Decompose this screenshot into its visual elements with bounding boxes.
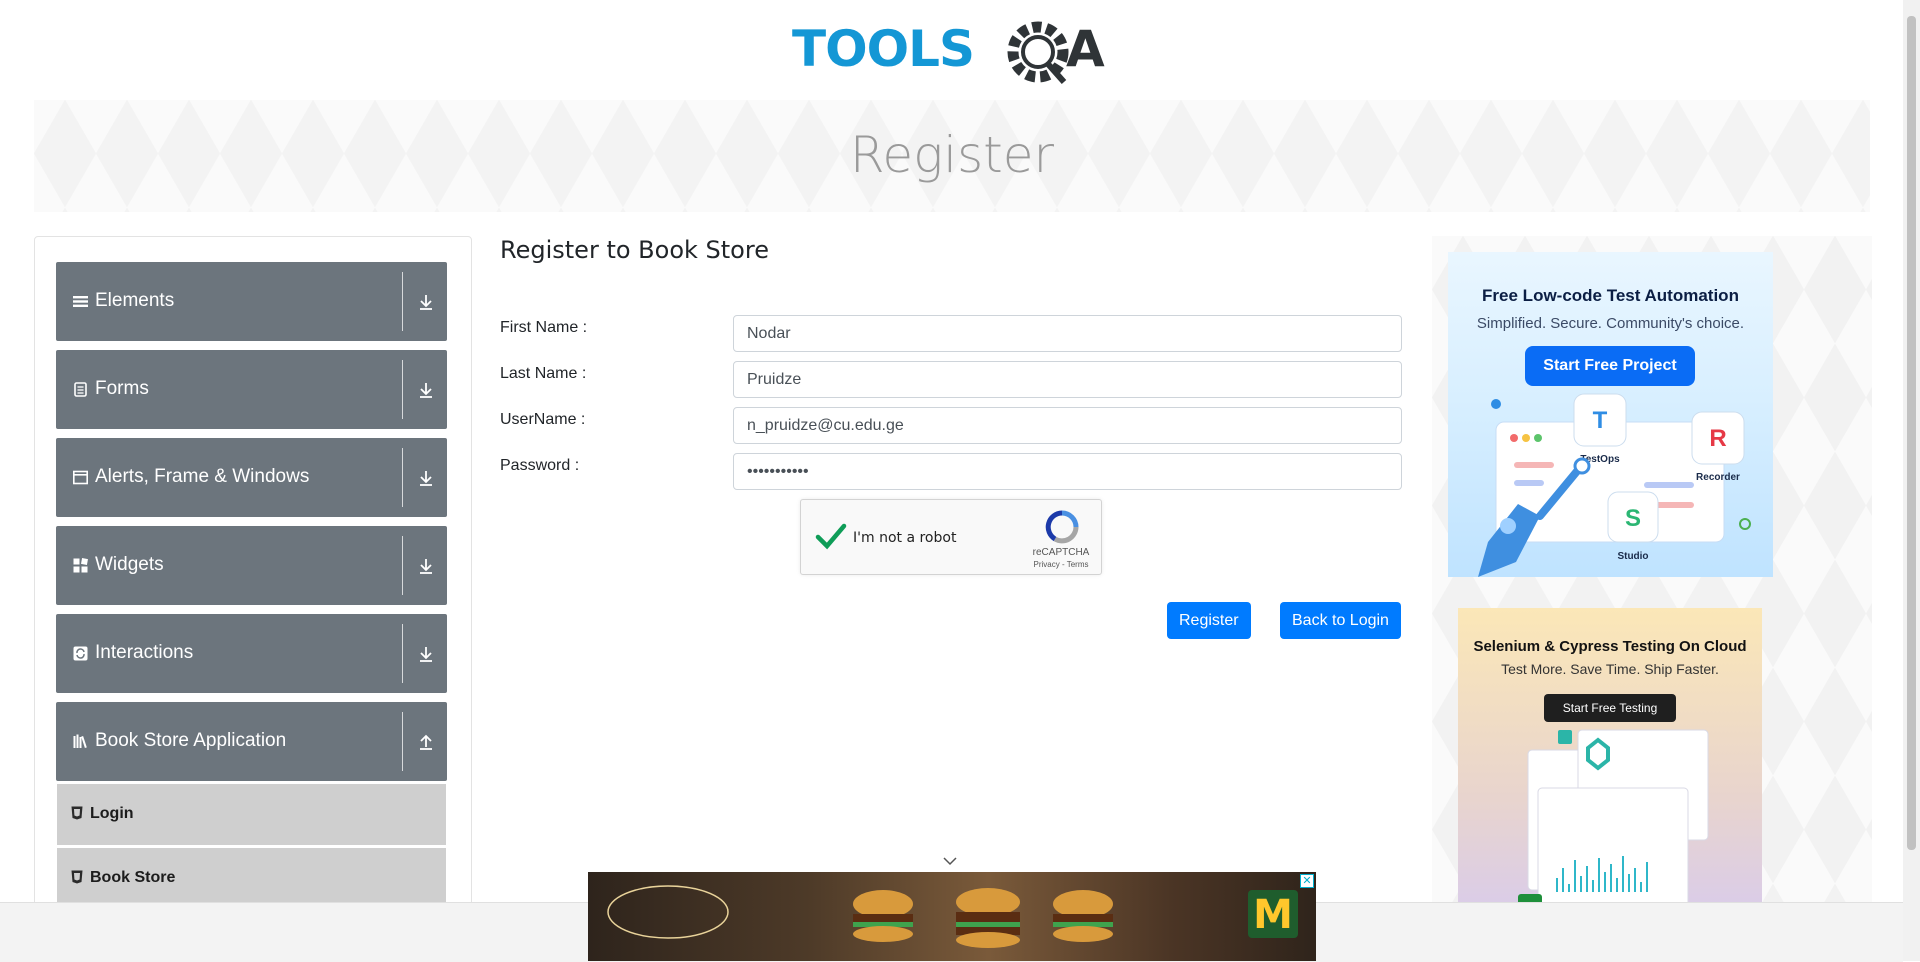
download-icon[interactable] bbox=[418, 557, 434, 575]
captcha-brand: reCAPTCHA bbox=[1032, 547, 1090, 558]
interactions-icon bbox=[73, 646, 88, 661]
sidebar-group-label: Interactions bbox=[95, 642, 194, 663]
sidebar-item-login[interactable]: Login bbox=[57, 784, 446, 845]
download-icon[interactable] bbox=[418, 645, 434, 663]
svg-text:R: R bbox=[1709, 425, 1726, 452]
recaptcha-logo-icon bbox=[1045, 510, 1079, 544]
left-sidebar: Elements Forms Alerts, Frame & Windows W… bbox=[34, 236, 472, 938]
sidebar-group-interactions[interactable]: Interactions bbox=[56, 614, 447, 693]
sidebar-item-label: Book Store bbox=[90, 869, 176, 886]
form-title: Register to Book Store bbox=[500, 236, 769, 264]
scrollbar-thumb[interactable] bbox=[1907, 16, 1916, 850]
ad-illustration: T TestOps R Recorder S Studio bbox=[1478, 393, 1751, 577]
html5-icon bbox=[71, 806, 83, 820]
download-icon[interactable] bbox=[418, 293, 434, 311]
sidebar-group-label: Alerts, Frame & Windows bbox=[95, 466, 310, 487]
ad-subtitle: Test More. Save Time. Ship Faster. bbox=[1501, 661, 1719, 677]
sidebar-group-forms[interactable]: Forms bbox=[56, 350, 447, 429]
list-icon bbox=[73, 296, 88, 307]
back-to-login-button[interactable]: Back to Login bbox=[1280, 602, 1401, 639]
ad-subtitle: Simplified. Secure. Community's choice. bbox=[1476, 315, 1745, 332]
bottom-banner-ad[interactable]: M ✕ bbox=[588, 872, 1316, 961]
widgets-icon bbox=[73, 558, 88, 573]
chevron-down-icon[interactable] bbox=[942, 856, 958, 866]
username-input[interactable]: n_pruidze@cu.edu.ge bbox=[733, 407, 1402, 444]
svg-text:TOOLS: TOOLS bbox=[792, 20, 974, 78]
books-icon bbox=[73, 734, 87, 749]
divider bbox=[402, 712, 403, 771]
username-label: UserName : bbox=[500, 411, 586, 428]
ads-column: Free Low-code Test Automation Simplified… bbox=[1432, 236, 1872, 956]
last-name-input[interactable]: Pruidze bbox=[733, 361, 1402, 398]
upload-icon[interactable] bbox=[418, 733, 434, 751]
password-label: Password : bbox=[500, 457, 580, 474]
ad-artwork: M bbox=[607, 885, 1298, 948]
page-scrollbar[interactable] bbox=[1903, 0, 1920, 961]
sidebar-group-label: Forms bbox=[95, 378, 149, 399]
toolsqa-logo[interactable]: TOOLS A bbox=[792, 14, 1116, 92]
sidebar-item-book-store[interactable]: Book Store bbox=[57, 848, 446, 909]
svg-text:T: T bbox=[1593, 407, 1608, 434]
ad-label-recorder: Recorder bbox=[1696, 472, 1740, 483]
last-name-label: Last Name : bbox=[500, 365, 587, 382]
page-banner: Register bbox=[34, 100, 1870, 212]
divider bbox=[402, 536, 403, 595]
download-icon[interactable] bbox=[418, 469, 434, 487]
start-free-project-button[interactable]: Start Free Project bbox=[1525, 346, 1695, 386]
ad-label-studio: Studio bbox=[1617, 551, 1648, 562]
start-free-testing-button[interactable]: Start Free Testing bbox=[1544, 694, 1676, 722]
register-button[interactable]: Register bbox=[1167, 602, 1251, 639]
sidebar-item-label: Login bbox=[90, 805, 134, 822]
captcha-label: I'm not a robot bbox=[853, 530, 957, 546]
ad-title: Selenium & Cypress Testing On Cloud bbox=[1473, 638, 1747, 655]
divider bbox=[402, 360, 403, 419]
sidebar-group-label: Elements bbox=[95, 290, 175, 311]
sidebar-group-widgets[interactable]: Widgets bbox=[56, 526, 447, 605]
page-title: Register bbox=[849, 126, 1055, 184]
first-name-input[interactable]: Nodar bbox=[733, 315, 1402, 352]
ad-title: Free Low-code Test Automation bbox=[1482, 286, 1739, 305]
recaptcha-widget[interactable]: I'm not a robot reCAPTCHA Privacy - Term… bbox=[800, 499, 1102, 575]
sidebar-group-label: Widgets bbox=[95, 554, 164, 575]
close-icon[interactable]: ✕ bbox=[1300, 874, 1314, 888]
download-icon[interactable] bbox=[418, 381, 434, 399]
checkmark-icon[interactable] bbox=[815, 522, 847, 550]
html5-icon bbox=[71, 870, 83, 884]
password-input[interactable]: ••••••••••• bbox=[733, 453, 1402, 490]
svg-text:S: S bbox=[1625, 505, 1641, 532]
sidebar-group-alerts[interactable]: Alerts, Frame & Windows bbox=[56, 438, 447, 517]
katalon-ad[interactable]: Free Low-code Test Automation Simplified… bbox=[1448, 252, 1773, 577]
form-icon bbox=[74, 382, 87, 397]
svg-text:A: A bbox=[1066, 20, 1105, 78]
sidebar-group-elements[interactable]: Elements bbox=[56, 262, 447, 341]
svg-text:M: M bbox=[1253, 892, 1293, 938]
sidebar-group-book-store-application[interactable]: Book Store Application bbox=[56, 702, 447, 781]
captcha-links[interactable]: Privacy - Terms bbox=[1023, 560, 1099, 569]
sidebar-group-label: Book Store Application bbox=[95, 730, 287, 751]
divider bbox=[402, 272, 403, 331]
divider bbox=[402, 448, 403, 507]
first-name-label: First Name : bbox=[500, 319, 588, 336]
divider bbox=[402, 624, 403, 683]
window-icon bbox=[73, 470, 88, 485]
